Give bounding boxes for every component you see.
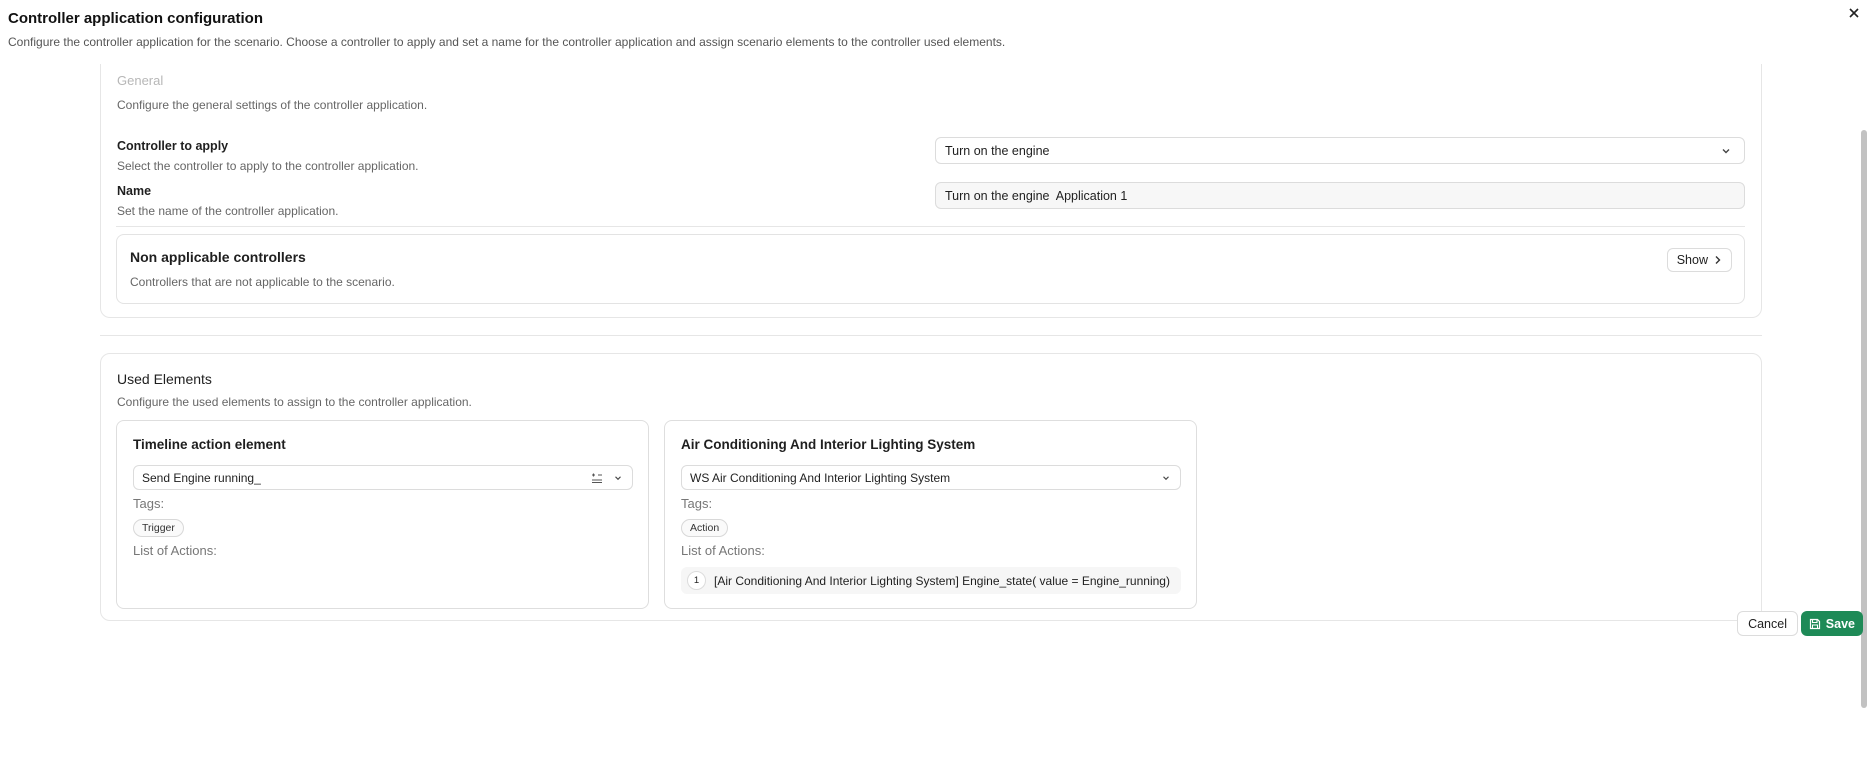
cancel-button-label: Cancel xyxy=(1748,616,1787,631)
used-element-select-value: WS Air Conditioning And Interior Lightin… xyxy=(690,470,951,485)
action-index: 1 xyxy=(687,571,706,590)
chevron-right-icon xyxy=(1715,256,1721,264)
tags-label: Tags: xyxy=(681,496,713,511)
non-applicable-controllers-card: Non applicable controllers Controllers t… xyxy=(116,234,1745,304)
general-section-title: General xyxy=(117,73,164,88)
dialog-title: Controller application configuration xyxy=(8,10,263,27)
used-elements-description: Configure the used elements to assign to… xyxy=(117,395,472,409)
name-label: Name xyxy=(117,184,152,198)
actions-label: List of Actions: xyxy=(133,543,217,558)
dialog-header: Controller application configuration Con… xyxy=(8,10,1865,49)
non-applicable-title: Non applicable controllers xyxy=(130,249,306,265)
controller-to-apply-help: Select the controller to apply to the co… xyxy=(117,159,419,173)
save-button[interactable]: Save xyxy=(1800,611,1863,636)
controller-to-apply-label: Controller to apply xyxy=(117,139,229,153)
dialog-content[interactable]: General Configure the general settings o… xyxy=(0,64,1860,709)
used-element-card: Timeline action element Send Engine runn… xyxy=(116,420,649,609)
controller-select-value: Turn on the engine xyxy=(945,143,1050,158)
used-element-select-value: Send Engine running_ xyxy=(142,470,261,485)
used-element-select[interactable]: WS Air Conditioning And Interior Lightin… xyxy=(681,465,1181,490)
name-input[interactable]: Turn on the engine Application 1 xyxy=(935,182,1745,209)
chevron-down-icon xyxy=(1163,476,1169,481)
show-button[interactable]: Show xyxy=(1666,248,1732,272)
cancel-button[interactable]: Cancel xyxy=(1737,611,1798,636)
action-text: [Air Conditioning And Interior Lighting … xyxy=(714,573,1170,588)
filter-icon[interactable] xyxy=(590,472,604,484)
close-icon[interactable] xyxy=(1845,4,1863,22)
tag-badge: Trigger xyxy=(133,519,184,537)
actions-label: List of Actions: xyxy=(681,543,765,558)
name-help: Set the name of the controller applicati… xyxy=(117,204,339,218)
chevron-down-icon xyxy=(615,476,621,481)
non-applicable-description: Controllers that are not applicable to t… xyxy=(130,275,395,289)
dialog-subtitle: Configure the controller application for… xyxy=(8,35,1006,49)
used-element-title: Timeline action element xyxy=(133,437,286,452)
save-icon xyxy=(1809,618,1820,629)
show-button-label: Show xyxy=(1676,253,1708,267)
used-elements-title: Used Elements xyxy=(117,371,212,387)
controller-select[interactable]: Turn on the engine xyxy=(935,137,1745,164)
section-divider xyxy=(100,335,1762,336)
used-element-title: Air Conditioning And Interior Lighting S… xyxy=(681,437,976,452)
used-element-select[interactable]: Send Engine running_ xyxy=(133,465,633,490)
name-input-value: Turn on the engine Application 1 xyxy=(945,188,1128,203)
action-list-item: 1 [Air Conditioning And Interior Lightin… xyxy=(681,567,1181,594)
save-button-label: Save xyxy=(1825,616,1855,631)
chevron-down-icon xyxy=(1722,149,1730,154)
used-element-card: Air Conditioning And Interior Lighting S… xyxy=(664,420,1197,609)
divider xyxy=(116,226,1745,227)
tag-badge: Action xyxy=(681,519,729,537)
tags-label: Tags: xyxy=(133,496,165,511)
general-section-description: Configure the general settings of the co… xyxy=(117,98,428,112)
